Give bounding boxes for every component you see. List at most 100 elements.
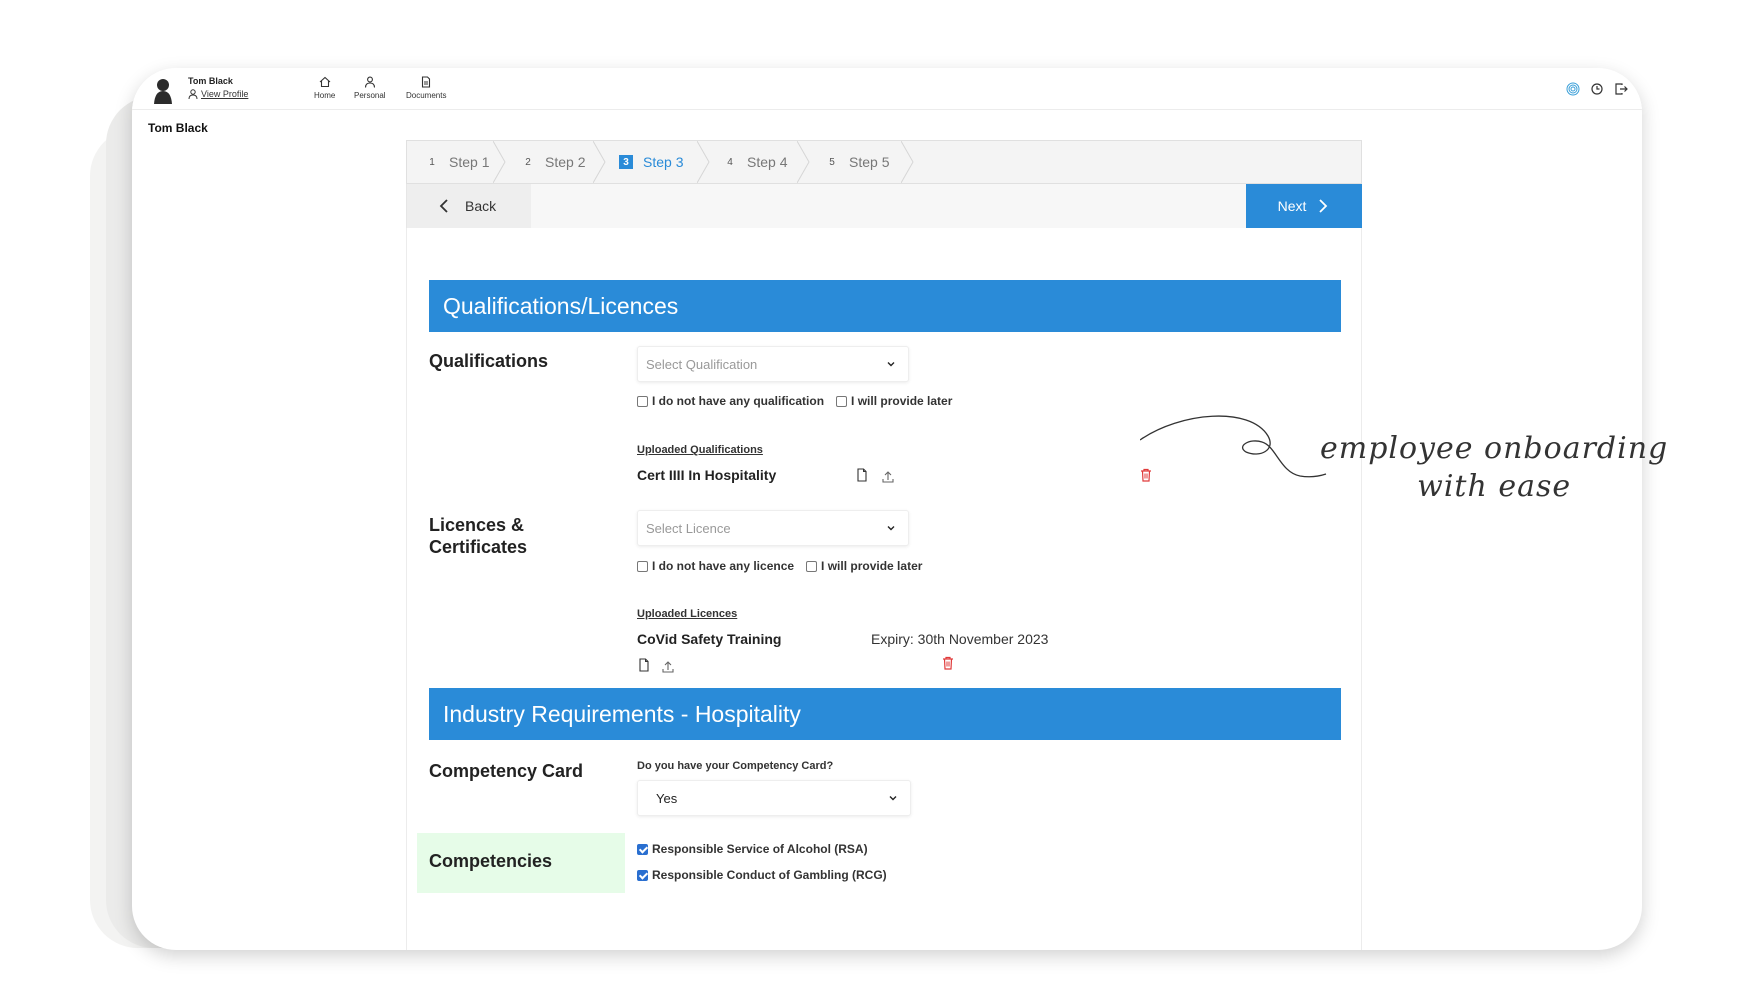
checkbox-box[interactable] — [637, 843, 648, 855]
rcg-label: Responsible Conduct of Gambling (RCG) — [652, 868, 887, 882]
step-3[interactable]: 3 Step 3 — [619, 141, 683, 183]
section-header-industry: Industry Requirements - Hospitality — [429, 688, 1341, 740]
nav-documents[interactable]: Documents — [406, 76, 446, 100]
licence-options: I do not have any licence I will provide… — [637, 559, 922, 573]
logout-icon[interactable] — [1614, 82, 1628, 96]
nav-personal-label: Personal — [354, 91, 386, 100]
licence-select[interactable]: Select Licence — [637, 510, 909, 546]
annotation-text: employee onboarding with ease — [1320, 430, 1668, 506]
competency-card-select[interactable]: Yes — [637, 780, 911, 816]
checkbox-box[interactable] — [637, 560, 648, 572]
user-name: Tom Black — [188, 76, 233, 86]
avatar[interactable] — [152, 76, 174, 104]
step-number: 3 — [619, 155, 633, 169]
chevron-down-icon — [887, 362, 895, 367]
step-label: Step 5 — [849, 154, 890, 170]
checkbox-box[interactable] — [637, 869, 648, 881]
top-bar: Tom Black View Profile Home Personal Doc… — [132, 68, 1642, 110]
no-licence-label: I do not have any licence — [652, 559, 795, 573]
step-number: 1 — [429, 156, 435, 168]
qualification-provide-later-checkbox[interactable]: I will provide later — [836, 394, 952, 408]
upload-icon[interactable] — [661, 660, 675, 674]
checkbox-box[interactable] — [637, 395, 648, 407]
chevron-down-icon — [887, 526, 895, 531]
top-right-icons — [1566, 82, 1628, 96]
competency-card-question: Do you have your Competency Card? — [637, 760, 834, 772]
no-qualification-checkbox[interactable]: I do not have any qualification — [637, 394, 824, 408]
competency-card-label: Competency Card — [429, 761, 584, 781]
uploaded-qualification-name: Cert IIII In Hospitality — [637, 467, 777, 483]
view-document-icon[interactable] — [855, 468, 869, 482]
view-document-icon[interactable] — [637, 658, 651, 672]
licences-label-line2: Certificates — [429, 537, 528, 557]
annotation-line1: employee onboarding — [1320, 431, 1669, 466]
next-button-label: Next — [1277, 198, 1307, 214]
step-number: 5 — [829, 156, 835, 168]
licence-select-placeholder: Select Licence — [646, 520, 731, 536]
document-icon — [422, 76, 431, 88]
app-window: Tom Black View Profile Home Personal Doc… — [132, 68, 1642, 950]
back-button-label: Back — [465, 198, 497, 214]
nav-home[interactable]: Home — [314, 76, 335, 100]
step-separator — [697, 141, 710, 183]
clock-icon[interactable] — [1590, 82, 1604, 96]
qualification-provide-later-label: I will provide later — [851, 394, 953, 408]
annotation-line2: with ease — [1417, 469, 1572, 504]
licence-provide-later-checkbox[interactable]: I will provide later — [806, 559, 922, 573]
qualification-select[interactable]: Select Qualification — [637, 346, 909, 382]
uploaded-licences-heading: Uploaded Licences — [637, 608, 738, 620]
person-icon — [364, 76, 375, 88]
step-separator — [797, 141, 810, 183]
rcg-checkbox[interactable]: Responsible Conduct of Gambling (RCG) — [637, 868, 887, 882]
step-label: Step 3 — [643, 154, 684, 170]
person-icon — [188, 89, 198, 99]
nav-home-label: Home — [314, 91, 336, 100]
view-profile-label: View Profile — [201, 89, 249, 99]
step-separator — [593, 141, 606, 183]
back-button[interactable]: Back — [407, 184, 531, 228]
rsa-checkbox[interactable]: Responsible Service of Alcohol (RSA) — [637, 842, 868, 856]
competency-card-value: Yes — [656, 790, 678, 806]
nav-personal[interactable]: Personal — [354, 76, 386, 100]
checkbox-box[interactable] — [806, 560, 818, 572]
chevron-down-icon — [889, 796, 897, 801]
qualification-options: I do not have any qualification I will p… — [637, 394, 952, 408]
uploaded-qualifications-heading: Uploaded Qualifications — [637, 444, 763, 456]
step-5[interactable]: 5 Step 5 — [825, 141, 889, 183]
next-button[interactable]: Next — [1246, 184, 1362, 228]
no-qualification-label: I do not have any qualification — [652, 394, 825, 408]
step-4[interactable]: 4 Step 4 — [723, 141, 787, 183]
home-icon — [319, 76, 331, 88]
stage: Tom Black View Profile Home Personal Doc… — [0, 0, 1750, 1000]
licence-provide-later-label: I will provide later — [821, 559, 923, 573]
checkbox-box[interactable] — [836, 395, 848, 407]
step-number: 4 — [727, 156, 733, 168]
wizard-nav: Back Next — [406, 184, 1362, 228]
uploaded-licence-name: CoVid Safety Training — [637, 631, 782, 647]
chevron-left-icon — [439, 199, 448, 213]
view-profile-link[interactable]: View Profile — [188, 89, 248, 99]
step-2[interactable]: 2 Step 2 — [521, 141, 585, 183]
form-content: Qualifications/Licences Qualifications S… — [406, 228, 1362, 950]
upload-icon[interactable] — [881, 470, 895, 484]
step-label: Step 2 — [545, 154, 586, 170]
step-label: Step 4 — [747, 154, 788, 170]
step-1[interactable]: 1 Step 1 — [425, 141, 489, 183]
qualifications-label: Qualifications — [429, 351, 549, 371]
page-user-name: Tom Black — [148, 121, 208, 135]
no-licence-checkbox[interactable]: I do not have any licence — [637, 559, 794, 573]
licences-label-line1: Licences & — [429, 515, 525, 535]
step-label: Step 1 — [449, 154, 490, 170]
section-header-qualifications: Qualifications/Licences — [429, 280, 1341, 332]
step-number: 2 — [525, 156, 531, 168]
competencies-label: Competencies — [429, 851, 553, 871]
nav-documents-label: Documents — [406, 91, 447, 100]
chevron-right-icon — [1319, 199, 1328, 213]
qualification-select-placeholder: Select Qualification — [646, 356, 758, 372]
licences-label: Licences & Certificates — [429, 514, 527, 558]
step-separator — [493, 141, 506, 183]
delete-icon[interactable] — [941, 656, 955, 670]
fingerprint-icon[interactable] — [1566, 82, 1580, 96]
rsa-label: Responsible Service of Alcohol (RSA) — [652, 842, 868, 856]
step-bar: 1 Step 1 2 Step 2 3 Step 3 4 Step 4 5 Step 5 — [406, 140, 1362, 184]
